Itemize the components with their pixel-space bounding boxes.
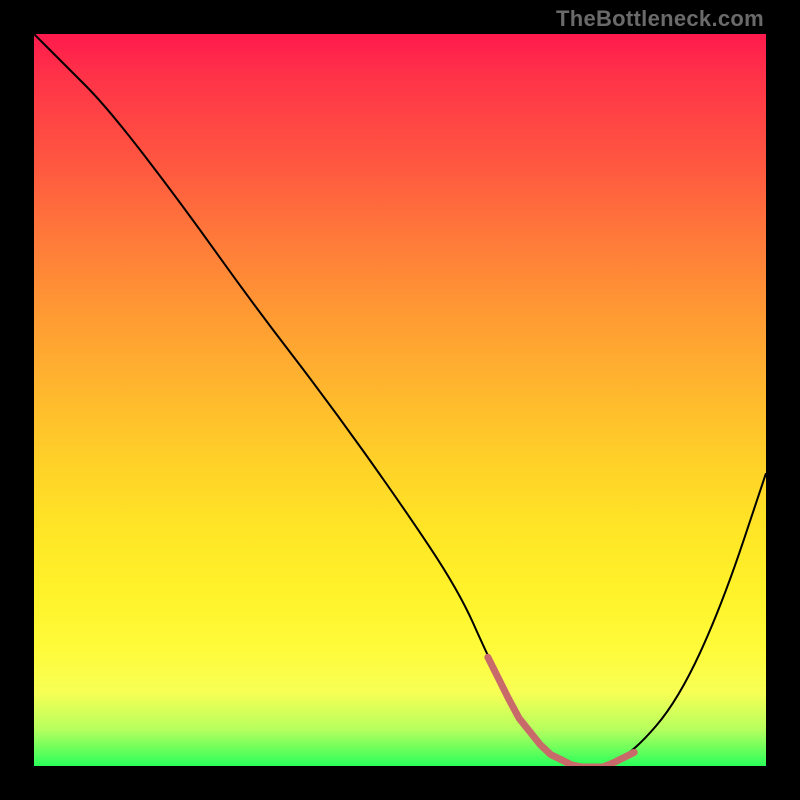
chart-frame: TheBottleneck.com bbox=[0, 0, 800, 800]
optimal-zone-marker bbox=[488, 657, 634, 766]
watermark-text: TheBottleneck.com bbox=[556, 6, 764, 32]
chart-plot-area bbox=[34, 34, 766, 766]
bottleneck-curve-svg bbox=[34, 34, 766, 766]
bottleneck-curve-path bbox=[34, 34, 766, 766]
